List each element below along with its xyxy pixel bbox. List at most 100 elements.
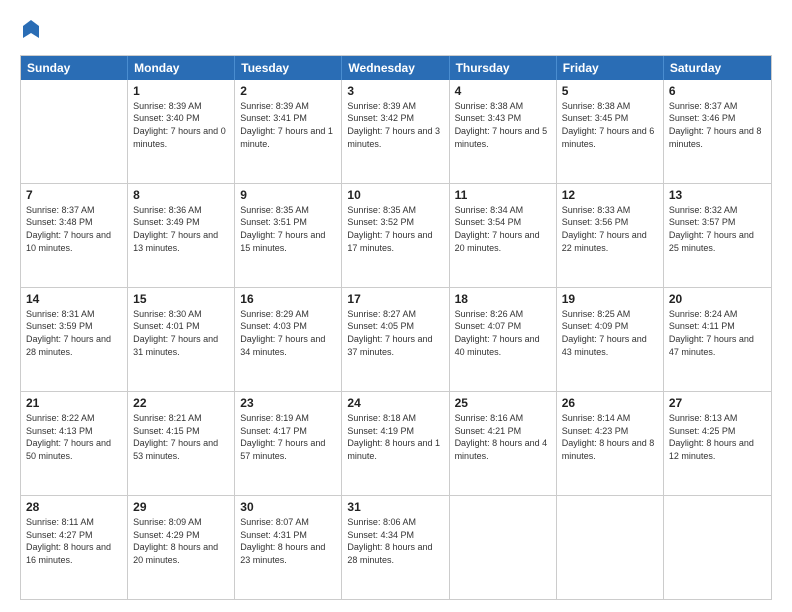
cell-info: Sunrise: 8:34 AM Sunset: 3:54 PM Dayligh… (455, 204, 551, 254)
logo-icon (22, 18, 40, 40)
calendar-cell-5: 5 Sunrise: 8:38 AM Sunset: 3:45 PM Daylig… (557, 80, 664, 183)
weekday-header-friday: Friday (557, 56, 664, 80)
day-number: 24 (347, 396, 443, 410)
calendar-header: SundayMondayTuesdayWednesdayThursdayFrid… (21, 56, 771, 80)
day-number: 11 (455, 188, 551, 202)
calendar-cell-15: 15 Sunrise: 8:30 AM Sunset: 4:01 PM Dayli… (128, 288, 235, 391)
day-number: 7 (26, 188, 122, 202)
day-number: 19 (562, 292, 658, 306)
cell-info: Sunrise: 8:37 AM Sunset: 3:48 PM Dayligh… (26, 204, 122, 254)
weekday-header-sunday: Sunday (21, 56, 128, 80)
calendar-cell-30: 30Sunrise: 8:07 AM Sunset: 4:31 PM Dayli… (235, 496, 342, 599)
calendar-cell-16: 16 Sunrise: 8:29 AM Sunset: 4:03 PM Dayli… (235, 288, 342, 391)
day-number: 15 (133, 292, 229, 306)
day-number: 20 (669, 292, 766, 306)
cell-info: Sunrise: 8:39 AM Sunset: 3:41 PM Dayligh… (240, 100, 336, 150)
calendar-cell-13: 13Sunrise: 8:32 AM Sunset: 3:57 PM Dayli… (664, 184, 771, 287)
calendar: SundayMondayTuesdayWednesdayThursdayFrid… (20, 55, 772, 600)
cell-info: Sunrise: 8:31 AM Sunset: 3:59 PM Dayligh… (26, 308, 122, 358)
calendar-cell-9: 9 Sunrise: 8:35 AM Sunset: 3:51 PM Daylig… (235, 184, 342, 287)
calendar-cell-14: 14 Sunrise: 8:31 AM Sunset: 3:59 PM Dayli… (21, 288, 128, 391)
cell-info: Sunrise: 8:30 AM Sunset: 4:01 PM Dayligh… (133, 308, 229, 358)
cell-info: Sunrise: 8:09 AM Sunset: 4:29 PM Dayligh… (133, 516, 229, 566)
weekday-header-saturday: Saturday (664, 56, 771, 80)
cell-info: Sunrise: 8:22 AM Sunset: 4:13 PM Dayligh… (26, 412, 122, 462)
calendar-cell-empty-0-0 (21, 80, 128, 183)
weekday-header-tuesday: Tuesday (235, 56, 342, 80)
cell-info: Sunrise: 8:25 AM Sunset: 4:09 PM Dayligh… (562, 308, 658, 358)
day-number: 17 (347, 292, 443, 306)
calendar-cell-19: 19 Sunrise: 8:25 AM Sunset: 4:09 PM Dayli… (557, 288, 664, 391)
calendar-cell-empty-4-4 (450, 496, 557, 599)
calendar-cell-22: 22 Sunrise: 8:21 AM Sunset: 4:15 PM Dayli… (128, 392, 235, 495)
calendar-cell-20: 20 Sunrise: 8:24 AM Sunset: 4:11 PM Dayli… (664, 288, 771, 391)
calendar-cell-11: 11 Sunrise: 8:34 AM Sunset: 3:54 PM Dayli… (450, 184, 557, 287)
calendar-cell-28: 28Sunrise: 8:11 AM Sunset: 4:27 PM Dayli… (21, 496, 128, 599)
day-number: 16 (240, 292, 336, 306)
day-number: 2 (240, 84, 336, 98)
day-number: 1 (133, 84, 229, 98)
weekday-header-thursday: Thursday (450, 56, 557, 80)
cell-info: Sunrise: 8:26 AM Sunset: 4:07 PM Dayligh… (455, 308, 551, 358)
calendar-row-3: 21 Sunrise: 8:22 AM Sunset: 4:13 PM Dayli… (21, 391, 771, 495)
cell-info: Sunrise: 8:36 AM Sunset: 3:49 PM Dayligh… (133, 204, 229, 254)
cell-info: Sunrise: 8:35 AM Sunset: 3:51 PM Dayligh… (240, 204, 336, 254)
day-number: 29 (133, 500, 229, 514)
day-number: 12 (562, 188, 658, 202)
day-number: 27 (669, 396, 766, 410)
cell-info: Sunrise: 8:24 AM Sunset: 4:11 PM Dayligh… (669, 308, 766, 358)
calendar-body: 1Sunrise: 8:39 AM Sunset: 3:40 PM Daylig… (21, 80, 771, 599)
day-number: 8 (133, 188, 229, 202)
cell-info: Sunrise: 8:38 AM Sunset: 3:45 PM Dayligh… (562, 100, 658, 150)
header (20, 18, 772, 45)
calendar-row-0: 1Sunrise: 8:39 AM Sunset: 3:40 PM Daylig… (21, 80, 771, 183)
calendar-cell-3: 3 Sunrise: 8:39 AM Sunset: 3:42 PM Daylig… (342, 80, 449, 183)
day-number: 21 (26, 396, 122, 410)
day-number: 3 (347, 84, 443, 98)
cell-info: Sunrise: 8:14 AM Sunset: 4:23 PM Dayligh… (562, 412, 658, 462)
calendar-cell-23: 23 Sunrise: 8:19 AM Sunset: 4:17 PM Dayli… (235, 392, 342, 495)
cell-info: Sunrise: 8:37 AM Sunset: 3:46 PM Dayligh… (669, 100, 766, 150)
calendar-cell-4: 4Sunrise: 8:38 AM Sunset: 3:43 PM Daylig… (450, 80, 557, 183)
calendar-cell-8: 8 Sunrise: 8:36 AM Sunset: 3:49 PM Daylig… (128, 184, 235, 287)
page: SundayMondayTuesdayWednesdayThursdayFrid… (0, 0, 792, 612)
day-number: 26 (562, 396, 658, 410)
cell-info: Sunrise: 8:16 AM Sunset: 4:21 PM Dayligh… (455, 412, 551, 462)
day-number: 31 (347, 500, 443, 514)
day-number: 30 (240, 500, 336, 514)
weekday-header-wednesday: Wednesday (342, 56, 449, 80)
calendar-cell-17: 17 Sunrise: 8:27 AM Sunset: 4:05 PM Dayli… (342, 288, 449, 391)
cell-info: Sunrise: 8:32 AM Sunset: 3:57 PM Dayligh… (669, 204, 766, 254)
calendar-cell-29: 29 Sunrise: 8:09 AM Sunset: 4:29 PM Dayli… (128, 496, 235, 599)
weekday-header-monday: Monday (128, 56, 235, 80)
calendar-cell-empty-4-6 (664, 496, 771, 599)
day-number: 22 (133, 396, 229, 410)
cell-info: Sunrise: 8:27 AM Sunset: 4:05 PM Dayligh… (347, 308, 443, 358)
calendar-cell-10: 10 Sunrise: 8:35 AM Sunset: 3:52 PM Dayli… (342, 184, 449, 287)
day-number: 14 (26, 292, 122, 306)
cell-info: Sunrise: 8:29 AM Sunset: 4:03 PM Dayligh… (240, 308, 336, 358)
day-number: 9 (240, 188, 336, 202)
day-number: 4 (455, 84, 551, 98)
cell-info: Sunrise: 8:19 AM Sunset: 4:17 PM Dayligh… (240, 412, 336, 462)
cell-info: Sunrise: 8:33 AM Sunset: 3:56 PM Dayligh… (562, 204, 658, 254)
calendar-cell-18: 18 Sunrise: 8:26 AM Sunset: 4:07 PM Dayli… (450, 288, 557, 391)
cell-info: Sunrise: 8:21 AM Sunset: 4:15 PM Dayligh… (133, 412, 229, 462)
day-number: 18 (455, 292, 551, 306)
cell-info: Sunrise: 8:18 AM Sunset: 4:19 PM Dayligh… (347, 412, 443, 462)
calendar-cell-27: 27Sunrise: 8:13 AM Sunset: 4:25 PM Dayli… (664, 392, 771, 495)
calendar-row-4: 28Sunrise: 8:11 AM Sunset: 4:27 PM Dayli… (21, 495, 771, 599)
calendar-cell-6: 6Sunrise: 8:37 AM Sunset: 3:46 PM Daylig… (664, 80, 771, 183)
cell-info: Sunrise: 8:35 AM Sunset: 3:52 PM Dayligh… (347, 204, 443, 254)
day-number: 10 (347, 188, 443, 202)
calendar-cell-12: 12 Sunrise: 8:33 AM Sunset: 3:56 PM Dayli… (557, 184, 664, 287)
logo (20, 18, 40, 45)
cell-info: Sunrise: 8:39 AM Sunset: 3:42 PM Dayligh… (347, 100, 443, 150)
day-number: 5 (562, 84, 658, 98)
calendar-cell-7: 7 Sunrise: 8:37 AM Sunset: 3:48 PM Daylig… (21, 184, 128, 287)
calendar-cell-2: 2 Sunrise: 8:39 AM Sunset: 3:41 PM Daylig… (235, 80, 342, 183)
cell-info: Sunrise: 8:06 AM Sunset: 4:34 PM Dayligh… (347, 516, 443, 566)
calendar-cell-empty-4-5 (557, 496, 664, 599)
calendar-cell-1: 1Sunrise: 8:39 AM Sunset: 3:40 PM Daylig… (128, 80, 235, 183)
day-number: 23 (240, 396, 336, 410)
